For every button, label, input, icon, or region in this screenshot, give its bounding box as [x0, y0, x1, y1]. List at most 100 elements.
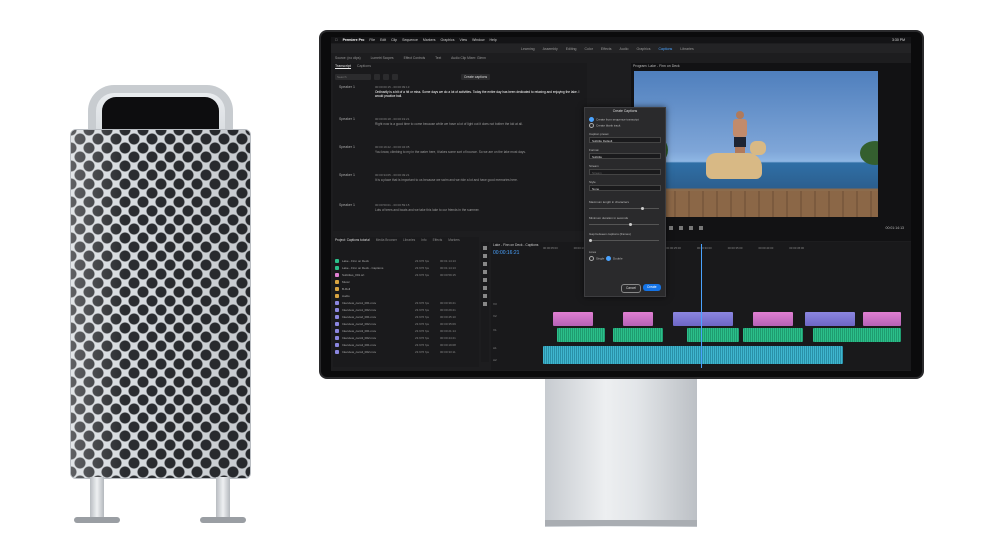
segment-text[interactable]: Right now is a good time to come because…: [375, 122, 585, 126]
tab-text[interactable]: Text: [435, 56, 441, 60]
transcript-segment[interactable]: Speaker 1 00:00:09:18 - 00:00:19:21 Righ…: [339, 117, 587, 145]
next-result-icon[interactable]: [383, 74, 389, 80]
audio-clip[interactable]: [613, 328, 663, 342]
menu-file[interactable]: File: [369, 38, 375, 42]
project-item-row[interactable]: B-Roll: [335, 285, 475, 292]
menu-markers[interactable]: Markers: [423, 38, 436, 42]
stream-select[interactable]: Stream: [589, 169, 661, 175]
segment-text[interactable]: Lots of trees and boats and we take this…: [375, 208, 585, 212]
workspace-editing[interactable]: Editing: [566, 47, 577, 51]
video-frame[interactable]: [634, 71, 878, 217]
workspace-color[interactable]: Color: [585, 47, 593, 51]
min-duration-knob[interactable]: [629, 223, 632, 226]
menu-edit[interactable]: Edit: [380, 38, 386, 42]
timeline-title[interactable]: Lake - Finn on Deck - Captions: [493, 243, 538, 247]
create-captions-button[interactable]: Create captions: [461, 74, 491, 80]
video-clip[interactable]: [863, 312, 901, 326]
project-item-row[interactable]: Interview_cam2_001.mov 23.976 fps 00:00:45…: [335, 313, 475, 320]
menu-graphics[interactable]: Graphics: [441, 38, 455, 42]
menu-window[interactable]: Window: [472, 38, 484, 42]
menu-help[interactable]: Help: [490, 38, 497, 42]
pen-tool-icon[interactable]: [483, 286, 487, 290]
gap-slider[interactable]: [589, 239, 659, 242]
segment-text[interactable]: Ordinarily is a bit of a hit or miss. So…: [375, 90, 585, 98]
radio-blank-track[interactable]: [589, 123, 594, 128]
music-clip[interactable]: [543, 346, 843, 364]
ripple-edit-tool-icon[interactable]: [483, 262, 487, 266]
tab-info[interactable]: Info: [421, 238, 426, 242]
audio-clip[interactable]: [813, 328, 901, 342]
tab-project[interactable]: Project: Captions tutorial: [335, 238, 370, 242]
gap-knob[interactable]: [589, 239, 592, 242]
audio-clip[interactable]: [687, 328, 739, 342]
project-item-row[interactable]: Interview_cam1_001.mov 23.976 fps 00:00:39…: [335, 299, 475, 306]
video-clip[interactable]: [623, 312, 653, 326]
tab-effect-controls[interactable]: Effect Controls: [404, 56, 426, 60]
selection-tool-icon[interactable]: [483, 246, 487, 250]
track-label-v2[interactable]: V2: [493, 314, 497, 318]
project-item-row[interactable]: Subtitles_001.srt 23.976 fps 00:00:59:15: [335, 271, 475, 278]
tab-media-browser[interactable]: Media Browser: [376, 238, 397, 242]
video-clip[interactable]: [805, 312, 855, 326]
step-forward-icon[interactable]: [688, 226, 693, 230]
track-label-v1[interactable]: V1: [493, 328, 497, 332]
timeline-timecode[interactable]: 00:00:16:21: [493, 250, 519, 256]
project-item-row[interactable]: Audio: [335, 292, 475, 299]
radio-single[interactable]: [589, 256, 594, 261]
transcript-segment[interactable]: Speaker 1 00:00:00:15 - 00:00:09:13 Ordi…: [339, 85, 587, 115]
min-duration-slider[interactable]: [589, 223, 659, 226]
play-icon[interactable]: [678, 226, 683, 230]
workspace-graphics[interactable]: Graphics: [636, 47, 650, 51]
create-button[interactable]: Create: [643, 284, 661, 291]
speaker-label[interactable]: Speaker 1: [339, 203, 355, 207]
project-item-row[interactable]: Lake - Finn on Deck 23.976 fps 00:01:14:13: [335, 257, 475, 264]
speaker-label[interactable]: Speaker 1: [339, 117, 355, 121]
style-select[interactable]: None: [589, 185, 661, 191]
project-item-row[interactable]: Interview_cam2_002.mov 23.976 fps 00:00:35…: [335, 320, 475, 327]
project-item-row[interactable]: Interview_cam4_001.mov 23.976 fps 00:00:19…: [335, 341, 475, 348]
project-item-row[interactable]: Music: [335, 278, 475, 285]
caption-preset-select[interactable]: Subtitle Default: [589, 137, 661, 143]
transcript-segment[interactable]: Speaker 1 00:00:34:05 - 00:00:49:21 It i…: [339, 173, 587, 203]
speaker-label[interactable]: Speaker 1: [339, 173, 355, 177]
format-select[interactable]: Subtitle: [589, 153, 661, 159]
workspace-assembly[interactable]: Assembly: [543, 47, 558, 51]
tab-effects[interactable]: Effects: [433, 238, 443, 242]
hand-tool-icon[interactable]: [483, 294, 487, 298]
razor-tool-icon[interactable]: [483, 270, 487, 274]
project-item-row[interactable]: Interview_cam4_002.mov 23.976 fps 00:00:33…: [335, 348, 475, 355]
transcript-search-input[interactable]: Search: [335, 74, 371, 80]
track-label-v3[interactable]: V3: [493, 302, 497, 306]
export-frame-icon[interactable]: [698, 226, 703, 230]
workspace-learning[interactable]: Learning: [521, 47, 535, 51]
track-select-tool-icon[interactable]: [483, 254, 487, 258]
more-options-icon[interactable]: [392, 74, 398, 80]
option-blank-track[interactable]: Create blank track: [589, 123, 620, 128]
menu-view[interactable]: View: [460, 38, 468, 42]
playhead[interactable]: [701, 244, 702, 368]
tab-audio-clip-mixer[interactable]: Audio Clip Mixer: Glenn: [451, 56, 486, 60]
type-tool-icon[interactable]: [483, 302, 487, 306]
segment-text[interactable]: You know, climbing to my in the water he…: [375, 150, 585, 154]
video-clip[interactable]: [673, 312, 733, 326]
menu-clip[interactable]: Clip: [391, 38, 397, 42]
tab-transcript[interactable]: Transcript: [335, 64, 351, 69]
slip-tool-icon[interactable]: [483, 278, 487, 282]
track-label-a2[interactable]: A2: [493, 358, 497, 362]
max-length-knob[interactable]: [641, 207, 644, 210]
workspace-audio[interactable]: Audio: [620, 47, 629, 51]
project-item-row[interactable]: Interview_cam3_002.mov 23.976 fps 00:00:44…: [335, 334, 475, 341]
apple-icon[interactable]: : [335, 38, 338, 42]
step-back-icon[interactable]: [668, 226, 673, 230]
tab-lumetri-scopes[interactable]: Lumetri Scopes: [371, 56, 394, 60]
lines-single-option[interactable]: Single Double: [589, 256, 623, 261]
audio-clip[interactable]: [557, 328, 605, 342]
radio-double[interactable]: [606, 256, 612, 261]
previous-result-icon[interactable]: [374, 74, 380, 80]
project-item-row[interactable]: Interview_cam3_001.mov 23.976 fps 00:00:21…: [335, 327, 475, 334]
project-item-row[interactable]: Lake - Finn on Deck - Captions 23.976 fps…: [335, 264, 475, 271]
transcript-segment[interactable]: Speaker 1 00:00:19:22 - 00:00:34:05 You …: [339, 145, 587, 173]
transcript-segment[interactable]: Speaker 1 00:00:50:01 - 00:00:59:15 Lots…: [339, 203, 587, 229]
video-clip[interactable]: [753, 312, 793, 326]
track-label-a1[interactable]: A1: [493, 346, 497, 350]
